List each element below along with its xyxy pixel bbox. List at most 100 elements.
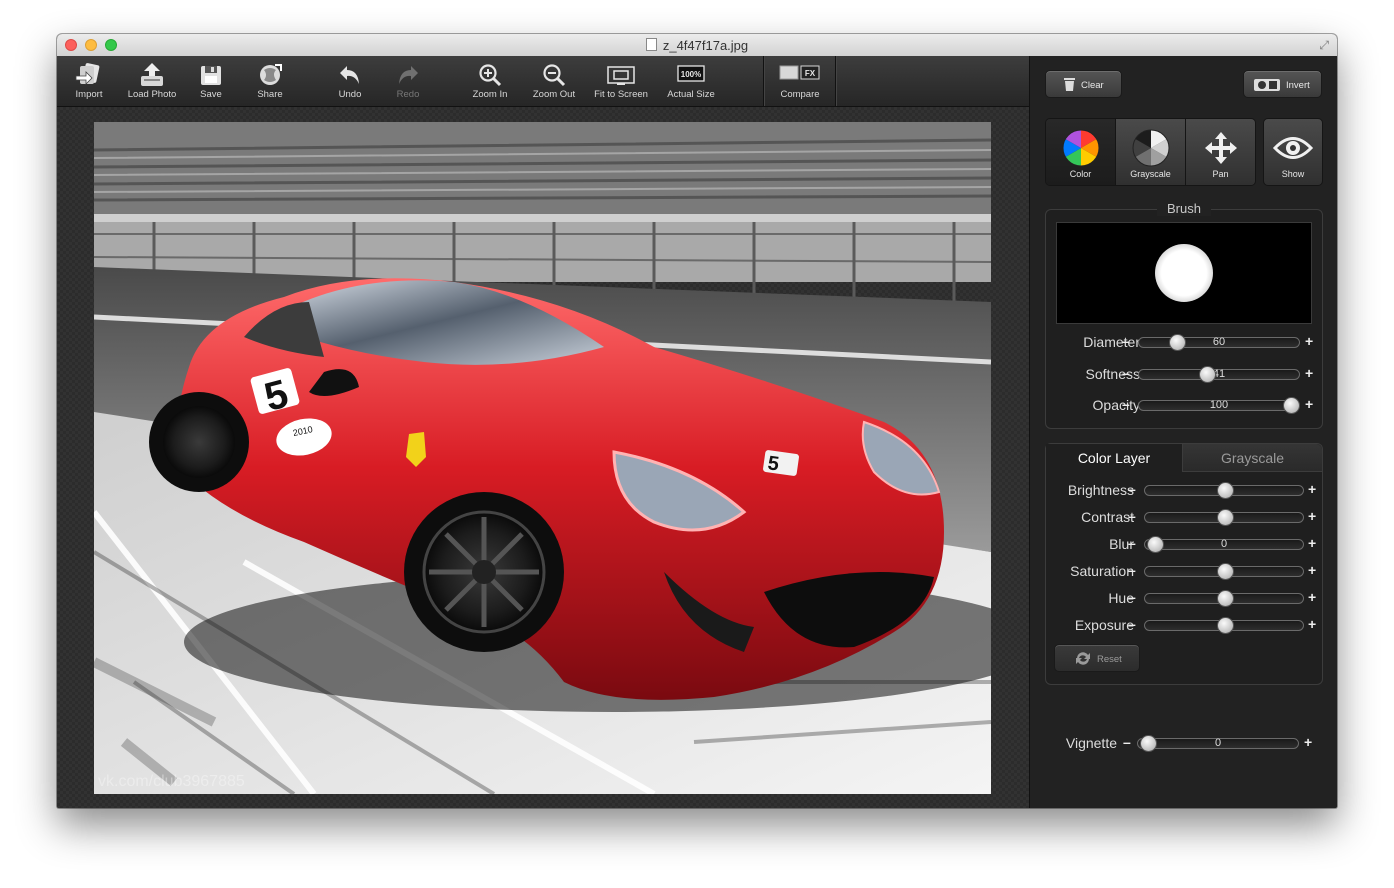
brightness-slider-knob[interactable] xyxy=(1217,482,1234,499)
fullscreen-icon[interactable]: ⤢ xyxy=(1319,38,1329,53)
color-mode-label: Color xyxy=(1069,169,1092,179)
import-button[interactable]: Import xyxy=(59,60,119,102)
brush-title: Brush xyxy=(1046,201,1322,216)
blur-slider-knob[interactable] xyxy=(1147,536,1164,553)
tab-color-layer[interactable]: Color Layer xyxy=(1046,444,1183,472)
softness-decrease-button[interactable]: – xyxy=(1122,365,1130,381)
brightness-slider-row: Brightness–50+ xyxy=(1046,481,1324,500)
invert-button[interactable]: Invert xyxy=(1243,70,1322,98)
fit-to-screen-label: Fit to Screen xyxy=(594,89,648,100)
vignette-slider-knob[interactable] xyxy=(1140,735,1157,752)
vignette-slider[interactable]: 0 xyxy=(1137,735,1299,752)
brightness-decrease-button[interactable]: – xyxy=(1128,481,1136,497)
brightness-increase-button[interactable]: + xyxy=(1308,481,1316,497)
contrast-decrease-button[interactable]: – xyxy=(1128,508,1136,524)
show-button[interactable]: Show xyxy=(1263,118,1323,186)
invert-label: Invert xyxy=(1286,80,1310,91)
app-window: z_4f47f17a.jpg ⤢ Import Load Photo Save … xyxy=(57,34,1337,808)
vignette-increase-button[interactable]: + xyxy=(1304,734,1312,750)
saturation-slider[interactable]: 50 xyxy=(1144,563,1304,580)
opacity-value: 100 xyxy=(1209,399,1229,411)
toolbar: Import Load Photo Save Share Undo Redo Z… xyxy=(57,56,1029,107)
exposure-slider[interactable]: 50 xyxy=(1144,617,1304,634)
tab-grayscale-layer[interactable]: Grayscale xyxy=(1183,444,1322,472)
diameter-slider-knob[interactable] xyxy=(1169,334,1187,351)
reset-button[interactable]: Reset xyxy=(1054,644,1140,672)
contrast-slider[interactable]: 50 xyxy=(1144,509,1304,526)
pan-mode-button[interactable]: Pan xyxy=(1186,119,1255,185)
hue-slider-knob[interactable] xyxy=(1217,590,1234,607)
fit-to-screen-icon xyxy=(607,66,635,85)
adjustments-panel: Clear Invert Color Grayscale Pan Show Br… xyxy=(1029,56,1337,808)
hue-slider[interactable]: 50 xyxy=(1144,590,1304,607)
vignette-label: Vignette xyxy=(1065,735,1117,751)
layer-tabs: Color Layer Grayscale xyxy=(1046,444,1322,472)
compare-icon-text: FX xyxy=(805,69,816,78)
show-label: Show xyxy=(1281,169,1305,179)
softness-slider-knob[interactable] xyxy=(1199,365,1217,383)
opacity-slider[interactable]: 100 xyxy=(1138,397,1300,414)
color-wheel-icon xyxy=(1062,129,1099,167)
diameter-increase-button[interactable]: + xyxy=(1305,333,1313,349)
saturation-decrease-button[interactable]: – xyxy=(1128,562,1136,578)
color-mode-button[interactable]: Color xyxy=(1046,119,1116,185)
saturation-increase-button[interactable]: + xyxy=(1308,562,1316,578)
softness-slider-row: Softness – 41 + xyxy=(1046,365,1324,384)
photo-watermark: vk.com/club3967885 xyxy=(98,773,245,790)
opacity-slider-row: Opacity – 100 + xyxy=(1046,396,1324,415)
save-icon xyxy=(201,66,221,85)
brush-title-text: Brush xyxy=(1157,201,1211,216)
exposure-slider-row: Exposure–50+ xyxy=(1046,616,1324,635)
exposure-slider-knob[interactable] xyxy=(1217,617,1234,634)
blur-decrease-button[interactable]: – xyxy=(1128,535,1136,551)
vignette-slider-row: Vignette – 0 + xyxy=(1045,734,1323,753)
actual-size-label: Actual Size xyxy=(667,89,715,100)
diameter-slider-row: Diameter – 60 + xyxy=(1046,333,1324,352)
grayscale-mode-label: Grayscale xyxy=(1130,169,1171,179)
blur-increase-button[interactable]: + xyxy=(1308,535,1316,551)
layer-adjustments-group: Color Layer Grayscale Brightness–50+Cont… xyxy=(1045,443,1323,685)
eye-icon xyxy=(1273,137,1313,159)
brightness-label: Brightness xyxy=(1067,482,1134,498)
actual-size-icon: 100% xyxy=(677,65,705,82)
hue-increase-button[interactable]: + xyxy=(1308,589,1316,605)
contrast-increase-button[interactable]: + xyxy=(1308,508,1316,524)
exposure-increase-button[interactable]: + xyxy=(1308,616,1316,632)
brightness-slider[interactable]: 50 xyxy=(1144,482,1304,499)
actual-size-button[interactable]: 100% Actual Size xyxy=(661,60,721,102)
redo-button[interactable]: Redo xyxy=(378,60,438,102)
photo-canvas[interactable]: 5 2010 5 vk.com/club3967885 xyxy=(57,107,1029,808)
compare-button[interactable]: FX Compare xyxy=(770,60,830,102)
redo-icon xyxy=(399,66,418,84)
share-button[interactable]: Share xyxy=(240,60,300,102)
document-icon xyxy=(645,38,657,51)
softness-increase-button[interactable]: + xyxy=(1305,365,1313,381)
contrast-slider-knob[interactable] xyxy=(1217,509,1234,526)
diameter-label: Diameter xyxy=(1083,334,1140,350)
undo-icon xyxy=(340,66,359,84)
grayscale-mode-button[interactable]: Grayscale xyxy=(1116,119,1186,185)
pan-mode-label: Pan xyxy=(1212,169,1229,179)
zoom-in-icon xyxy=(479,64,502,87)
vignette-decrease-button[interactable]: – xyxy=(1123,734,1131,750)
opacity-decrease-button[interactable]: – xyxy=(1122,396,1130,412)
diameter-slider[interactable]: 60 xyxy=(1138,334,1300,351)
hue-decrease-button[interactable]: – xyxy=(1128,589,1136,605)
window-title-text: z_4f47f17a.jpg xyxy=(662,38,749,53)
opacity-increase-button[interactable]: + xyxy=(1305,396,1313,412)
reset-label: Reset xyxy=(1097,654,1122,665)
opacity-slider-knob[interactable] xyxy=(1283,397,1300,414)
fit-to-screen-button[interactable]: Fit to Screen xyxy=(591,60,651,102)
contrast-label: Contrast xyxy=(1081,509,1134,525)
saturation-slider-knob[interactable] xyxy=(1217,563,1234,580)
exposure-label: Exposure xyxy=(1074,617,1134,633)
zoom-out-button[interactable]: Zoom Out xyxy=(524,60,584,102)
contrast-slider-row: Contrast–50+ xyxy=(1046,508,1324,527)
softness-slider[interactable]: 41 xyxy=(1138,365,1300,383)
blur-slider[interactable]: 0 xyxy=(1144,536,1304,553)
diameter-decrease-button[interactable]: – xyxy=(1122,333,1130,349)
exposure-decrease-button[interactable]: – xyxy=(1128,616,1136,632)
zoom-in-button[interactable]: Zoom In xyxy=(460,60,520,102)
clear-button[interactable]: Clear xyxy=(1045,70,1122,98)
photo-image[interactable]: 5 2010 5 vk.com/club3967885 xyxy=(94,122,991,794)
